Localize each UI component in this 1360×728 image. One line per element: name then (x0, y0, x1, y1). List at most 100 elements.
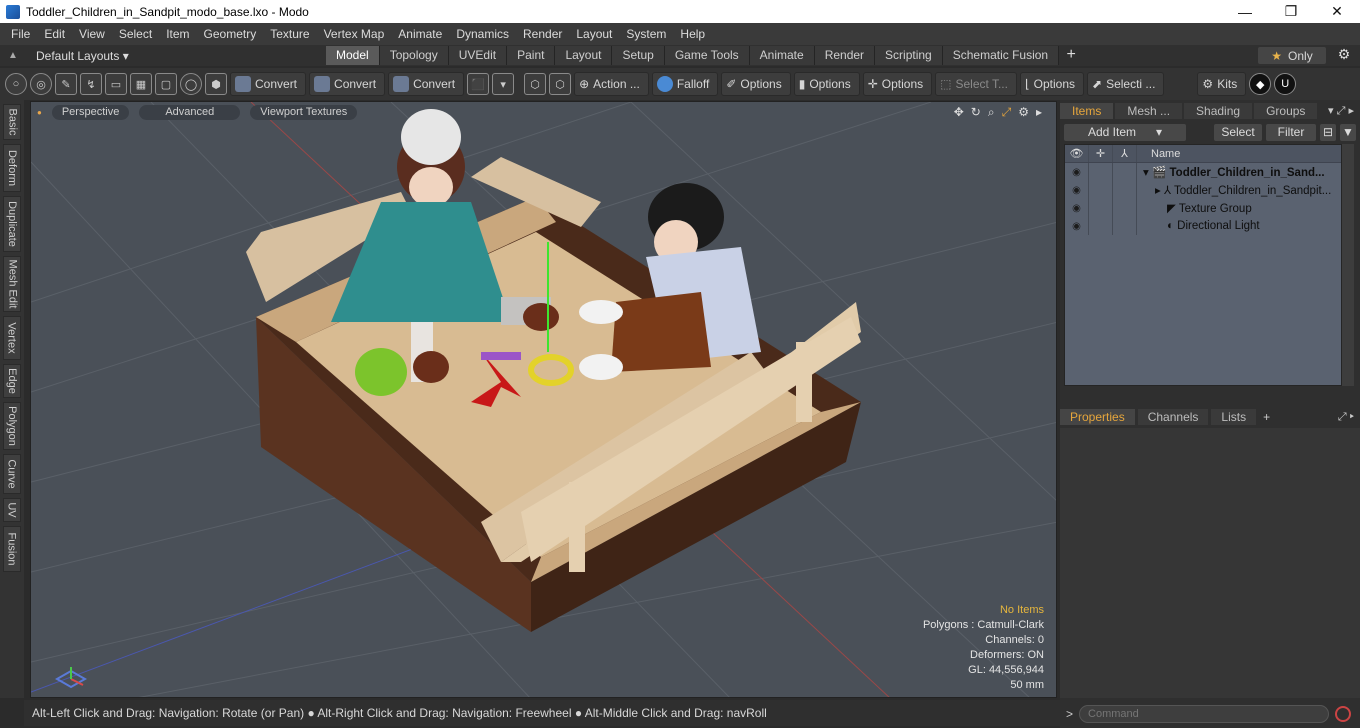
pan-icon[interactable]: ✥ (954, 105, 964, 120)
tab-paint[interactable]: Paint (507, 46, 556, 65)
only-toggle-button[interactable]: ★ Only (1258, 47, 1326, 64)
selection-sets-button[interactable]: ⬈ Selecti ... (1087, 72, 1165, 96)
menu-select[interactable]: Select (112, 27, 159, 41)
collapse-icon[interactable]: ⊟ (1320, 123, 1336, 141)
funnel-icon[interactable]: ▼ (1340, 123, 1356, 141)
tab-model[interactable]: Model (326, 46, 380, 65)
brush-icon[interactable]: ↯ (80, 73, 102, 95)
options-button-4[interactable]: ⌊ Options (1019, 72, 1084, 96)
polygon-select-icon[interactable]: ▦ (130, 73, 152, 95)
filter-button[interactable]: Filter (1266, 123, 1316, 141)
viewport-more-icon[interactable]: ▸ (1036, 105, 1042, 120)
dropdown-arrow-icon[interactable]: ▾ (492, 73, 515, 95)
menu-dynamics[interactable]: Dynamics (449, 27, 516, 41)
add-tab-icon[interactable]: + (1059, 45, 1083, 66)
vtab-vertex[interactable]: Vertex (3, 316, 21, 360)
close-button[interactable]: ✕ (1314, 0, 1360, 23)
viewport-gear-icon[interactable]: ⚙ (1018, 105, 1029, 120)
tab-items[interactable]: Items (1060, 103, 1114, 119)
eye-icon[interactable]: ◉ (1065, 181, 1089, 199)
convert-button-1[interactable]: Convert (230, 72, 307, 96)
convert-button-3[interactable]: Convert (388, 72, 465, 96)
menu-system[interactable]: System (619, 27, 673, 41)
menu-animate[interactable]: Animate (391, 27, 449, 41)
globe-icon[interactable]: ◎ (30, 73, 52, 95)
viewport-textures-dropdown[interactable]: Viewport Textures (250, 104, 358, 120)
eye-icon[interactable]: ◉ (1065, 217, 1089, 235)
menu-render[interactable]: Render (516, 27, 569, 41)
eye-icon[interactable]: ◉ (1065, 163, 1089, 181)
tree-row-texture-group[interactable]: ◉ ◤ Texture Group (1065, 199, 1341, 217)
command-input[interactable] (1079, 704, 1330, 723)
view-mode-dropdown[interactable]: Perspective (51, 104, 130, 120)
tree-row-scene[interactable]: ◉ ▾ 🎬 Toddler_Children_in_Sand... (1065, 163, 1341, 181)
menu-vertex-map[interactable]: Vertex Map (317, 27, 392, 41)
tab-lists[interactable]: Lists (1211, 409, 1257, 425)
panel-expand-icon[interactable]: ▾ ⤢ ▸ (1328, 104, 1360, 118)
tab-uvedit[interactable]: UVEdit (448, 46, 508, 65)
tab-topology[interactable]: Topology (379, 46, 449, 65)
minimize-button[interactable]: — (1222, 0, 1268, 23)
expand-arrow-icon[interactable]: ▸ (1155, 185, 1161, 197)
3d-viewport[interactable]: ● Perspective Advanced Viewport Textures… (30, 101, 1057, 698)
item-select-icon[interactable]: ▢ (155, 73, 177, 95)
vtab-deform[interactable]: Deform (3, 144, 21, 192)
scene-render[interactable] (31, 102, 1057, 698)
viewport-menu-icon[interactable]: ● (37, 108, 42, 117)
zoom-icon[interactable]: ⌕ (988, 105, 995, 120)
shading-mode-dropdown[interactable]: Advanced (139, 104, 241, 120)
record-macro-icon[interactable] (1335, 705, 1352, 722)
cube-icon[interactable]: ⬛ (467, 73, 490, 95)
edge-select-icon[interactable]: ▭ (105, 73, 127, 95)
gear-icon[interactable]: ⚙ (1335, 46, 1353, 64)
tree-row-mesh[interactable]: ◉ ▸ ⅄ Toddler_Children_in_Sandpit... (1065, 181, 1341, 199)
lock-column-icon[interactable]: ✛ (1089, 145, 1113, 162)
material-select-icon[interactable]: ◯ (180, 73, 202, 95)
vtab-edge[interactable]: Edge (3, 364, 21, 398)
options-button-1[interactable]: ✐ Options (721, 72, 791, 96)
vtab-polygon[interactable]: Polygon (3, 402, 21, 450)
tab-mesh[interactable]: Mesh ... (1115, 103, 1183, 119)
vtab-mesh-edit[interactable]: Mesh Edit (3, 256, 21, 312)
convert-button-2[interactable]: Convert (309, 72, 386, 96)
tab-layout[interactable]: Layout (555, 46, 613, 65)
expand-arrow-icon[interactable]: ▾ (1143, 167, 1149, 179)
layout-selector[interactable]: ▲ Default Layouts ▾ (0, 49, 300, 63)
select-button[interactable]: Select (1214, 123, 1262, 141)
fit-view-icon[interactable]: ⤢ (1002, 105, 1012, 120)
tab-setup[interactable]: Setup (612, 46, 665, 65)
menu-help[interactable]: Help (673, 27, 712, 41)
tab-game-tools[interactable]: Game Tools (664, 46, 750, 65)
unity-icon[interactable]: ◆ (1249, 73, 1272, 95)
vtab-basic[interactable]: Basic (3, 104, 21, 140)
maximize-button[interactable]: ❐ (1268, 0, 1314, 23)
snap-icon[interactable]: ⬡ (549, 73, 572, 95)
tab-groups[interactable]: Groups (1254, 103, 1318, 119)
rotate-icon[interactable]: ↻ (971, 105, 981, 120)
name-column-header[interactable]: Name (1137, 148, 1180, 160)
menu-edit[interactable]: Edit (37, 27, 72, 41)
kits-button[interactable]: ⚙ Kits (1197, 72, 1247, 96)
menu-layout[interactable]: Layout (569, 27, 619, 41)
vtab-curve[interactable]: Curve (3, 454, 21, 494)
tree-row-directional-light[interactable]: ◉ ◐ Directional Light (1065, 217, 1341, 235)
menu-file[interactable]: File (4, 27, 37, 41)
options-button-3[interactable]: ✛ Options (862, 72, 933, 96)
add-item-button[interactable]: Add Item ▾ (1064, 123, 1186, 141)
tab-schematic-fusion[interactable]: Schematic Fusion (942, 46, 1060, 65)
options-button-2[interactable]: ▮ Options (793, 72, 860, 96)
menu-geometry[interactable]: Geometry (197, 27, 264, 41)
tab-render[interactable]: Render (814, 46, 876, 65)
pen-tool-icon[interactable]: ✎ (55, 73, 77, 95)
unreal-icon[interactable]: U (1274, 73, 1297, 95)
props-expand-icon[interactable]: ⤢ ▸ (1338, 411, 1360, 424)
tab-animate[interactable]: Animate (749, 46, 815, 65)
collapse-up-icon[interactable]: ▲ (8, 50, 22, 61)
symmetry-icon[interactable]: ⬡ (524, 73, 547, 95)
shield-icon[interactable]: ⬢ (205, 73, 227, 95)
vtab-uv[interactable]: UV (3, 498, 21, 522)
vtab-duplicate[interactable]: Duplicate (3, 196, 21, 252)
action-center-button[interactable]: ⊕ Action ... (574, 72, 649, 96)
eye-icon[interactable]: ◉ (1065, 199, 1089, 217)
tab-shading[interactable]: Shading (1184, 103, 1253, 119)
